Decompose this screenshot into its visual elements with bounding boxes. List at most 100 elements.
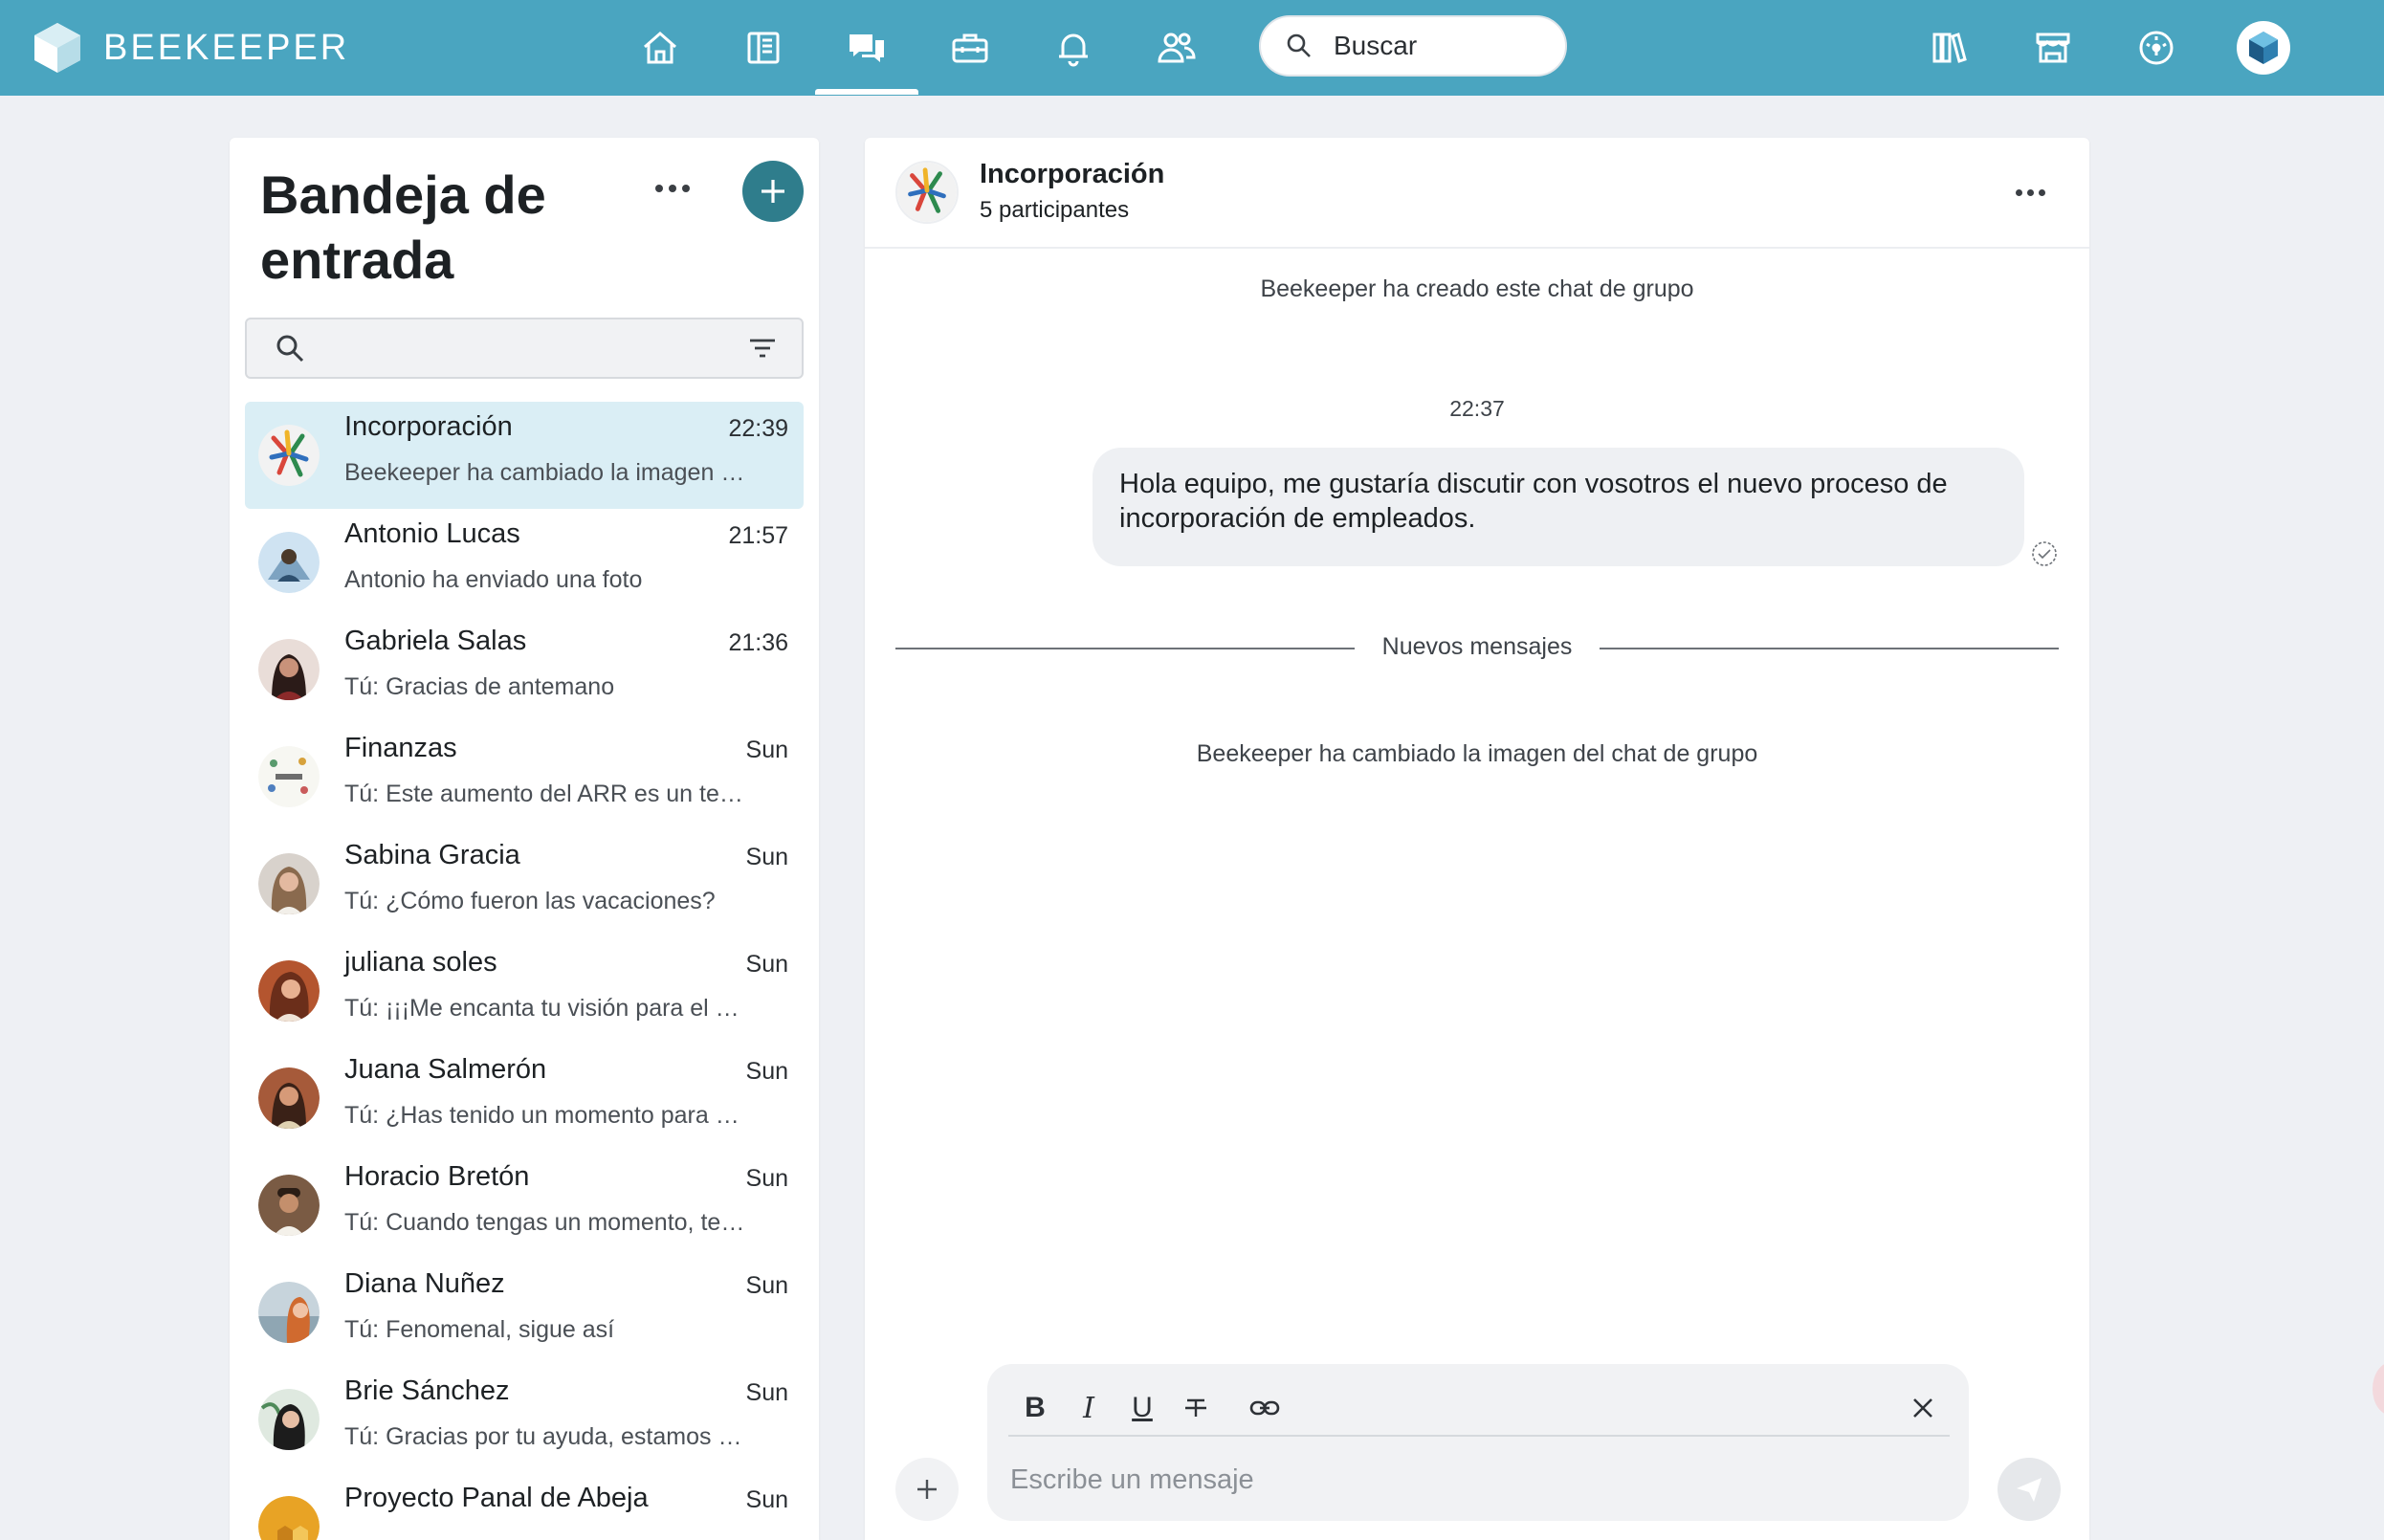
conversation-time: Sun <box>745 1379 788 1406</box>
conversation-time: Sun <box>745 951 788 978</box>
conversation-time: Sun <box>745 737 788 763</box>
attach-button[interactable] <box>895 1458 959 1521</box>
floating-edge-widget[interactable] <box>2373 1362 2384 1416</box>
conversation-item-sabina-gracia[interactable]: Sabina Gracia Sun Tú: ¿Cómo fueron las v… <box>245 830 804 937</box>
strikethrough-icon <box>1185 1398 1206 1417</box>
user-avatar <box>258 639 320 700</box>
profile-avatar[interactable] <box>2237 21 2290 75</box>
conversation-time: 22:39 <box>728 415 788 442</box>
inbox-panel: Bandeja de entrada Incorporación 22:39 B… <box>230 138 819 1540</box>
system-message-created: Beekeeper ha creado este chat de grupo <box>1260 275 1694 302</box>
conversation-name: Sabina Gracia <box>344 840 520 870</box>
chat-more-options-button[interactable] <box>2011 178 2049 207</box>
library-icon[interactable] <box>1921 19 1978 77</box>
conversation-item-diana-nunez[interactable]: Diana Nuñez Sun Tú: Fenomenal, sigue así <box>245 1259 804 1366</box>
people-icon[interactable] <box>1148 19 1205 77</box>
message-timestamp: 22:37 <box>1449 396 1505 421</box>
streams-icon[interactable] <box>735 19 792 77</box>
brand[interactable]: BEEKEEPER <box>33 19 349 77</box>
conversation-item-brie-sanchez[interactable]: Brie Sánchez Sun Tú: Gracias por tu ayud… <box>245 1366 804 1473</box>
conversation-time: Sun <box>745 1058 788 1085</box>
conversation-time: 21:36 <box>728 629 788 656</box>
conversation-preview: Tú: Cuando tengas un momento, te agradec… <box>344 1209 746 1236</box>
plus-icon <box>917 1480 937 1499</box>
more-options-button[interactable] <box>649 174 696 203</box>
conversation-item-gabriela-salas[interactable]: Gabriela Salas 21:36 Tú: Gracias de ante… <box>245 616 804 723</box>
conversation-name: Proyecto Panal de Abeja <box>344 1483 649 1513</box>
conversation-preview: Tú: Gracias por tu ayuda, estamos en ell… <box>344 1423 746 1450</box>
bold-button[interactable]: B <box>1014 1387 1056 1429</box>
user-avatar <box>258 960 320 1022</box>
inbox-title: Bandeja de entrada <box>260 165 546 290</box>
conversation-item-antonio-lucas[interactable]: Antonio Lucas 21:57 Antonio ha enviado u… <box>245 509 804 616</box>
top-navigation-bar: BEEKEEPER Buscar <box>0 0 2384 96</box>
read-receipt-icon <box>2032 541 2057 566</box>
conversation-time: Sun <box>745 1165 788 1192</box>
search-placeholder: Buscar <box>1334 31 1418 60</box>
search-icon <box>1287 33 1311 57</box>
conversation-item-incorporacion[interactable]: Incorporación 22:39 Beekeeper ha cambiad… <box>245 402 804 509</box>
home-icon[interactable] <box>631 19 689 77</box>
user-avatar <box>258 1282 320 1343</box>
toolbox-icon[interactable] <box>941 19 999 77</box>
chat-group-avatar[interactable] <box>895 161 959 224</box>
conversation-name: juliana soles <box>344 947 497 978</box>
conversation-preview: Tú: Este aumento del ARR es un testimoni… <box>344 781 746 807</box>
conversation-item-finanzas[interactable]: Finanzas Sun Tú: Este aumento del ARR es… <box>245 723 804 830</box>
conversation-preview: Tú: ¡¡¡Me encanta tu visión para el proy… <box>344 995 746 1022</box>
conversation-preview: Tú: ¿Has tenido un momento para revisar <box>344 1102 746 1129</box>
user-avatar <box>258 1175 320 1236</box>
message-bubble[interactable]: Hola equipo, me gustaría discutir con vo… <box>1093 448 2024 566</box>
conversation-time: Sun <box>745 844 788 870</box>
close-formatting-button[interactable] <box>1902 1387 1944 1429</box>
new-conversation-button[interactable] <box>742 161 804 222</box>
user-avatar <box>258 1389 320 1450</box>
global-search[interactable]: Buscar <box>1259 15 1567 77</box>
chat-title[interactable]: Incorporación <box>980 159 1164 190</box>
user-avatar <box>258 1067 320 1129</box>
send-button[interactable] <box>1998 1458 2061 1521</box>
strikethrough-button[interactable] <box>1175 1387 1217 1429</box>
brand-name: BEEKEEPER <box>103 27 350 68</box>
link-button[interactable] <box>1244 1387 1286 1429</box>
link-icon <box>1249 1400 1280 1416</box>
chat-header: Incorporación 5 participantes <box>865 138 2089 249</box>
beekeeper-logo-icon <box>34 23 80 73</box>
conversation-preview: Tú: Gracias de antemano <box>344 673 615 700</box>
conversation-time: 21:57 <box>728 522 788 549</box>
user-avatar <box>258 532 320 593</box>
chat-panel: Incorporación 5 participantes Beekeeper … <box>865 138 2089 1540</box>
store-icon[interactable] <box>2024 19 2082 77</box>
message-input[interactable] <box>1010 1456 1929 1504</box>
conversation-name: Gabriela Salas <box>344 626 527 656</box>
conversation-item-juliana-soles[interactable]: juliana soles Sun Tú: ¡¡¡Me encanta tu v… <box>245 937 804 1045</box>
conversation-time: Sun <box>745 1486 788 1513</box>
bell-icon[interactable] <box>1045 19 1102 77</box>
conversation-item-horacio-breton[interactable]: Horacio Bretón Sun Tú: Cuando tengas un … <box>245 1152 804 1259</box>
conversation-name: Finanzas <box>344 733 457 763</box>
inbox-search-input[interactable] <box>245 318 804 379</box>
profile-hex-icon <box>2249 32 2278 64</box>
conversation-name: Antonio Lucas <box>344 518 520 549</box>
search-icon <box>276 335 304 363</box>
italic-button[interactable]: I <box>1068 1387 1110 1429</box>
close-icon <box>1913 1398 1932 1418</box>
conversation-list: Incorporación 22:39 Beekeeper ha cambiad… <box>245 402 804 1540</box>
divider-line-right <box>1600 648 2059 649</box>
conversation-name: Horacio Bretón <box>344 1161 530 1192</box>
group-avatar <box>258 746 320 807</box>
conversation-preview: Beekeeper ha cambiado la imagen del chat… <box>344 459 746 486</box>
active-tab-indicator <box>815 89 918 95</box>
group-avatar <box>258 425 320 486</box>
filter-icon[interactable] <box>746 332 779 364</box>
conversation-item-juana-salmeron[interactable]: Juana Salmerón Sun Tú: ¿Has tenido un mo… <box>245 1045 804 1152</box>
dashboard-icon[interactable] <box>2128 19 2185 77</box>
conversation-item-proyecto-panal[interactable]: Proyecto Panal de Abeja Sun <box>245 1473 804 1540</box>
underline-button[interactable]: U <box>1121 1387 1163 1429</box>
chat-icon[interactable] <box>838 19 895 77</box>
conversation-name: Incorporación <box>344 411 513 442</box>
conversation-name: Brie Sánchez <box>344 1375 510 1406</box>
conversation-preview: Tú: Fenomenal, sigue así <box>344 1316 615 1343</box>
conversation-preview: Tú: ¿Cómo fueron las vacaciones? <box>344 888 716 914</box>
chat-participants[interactable]: 5 participantes <box>980 197 1129 224</box>
